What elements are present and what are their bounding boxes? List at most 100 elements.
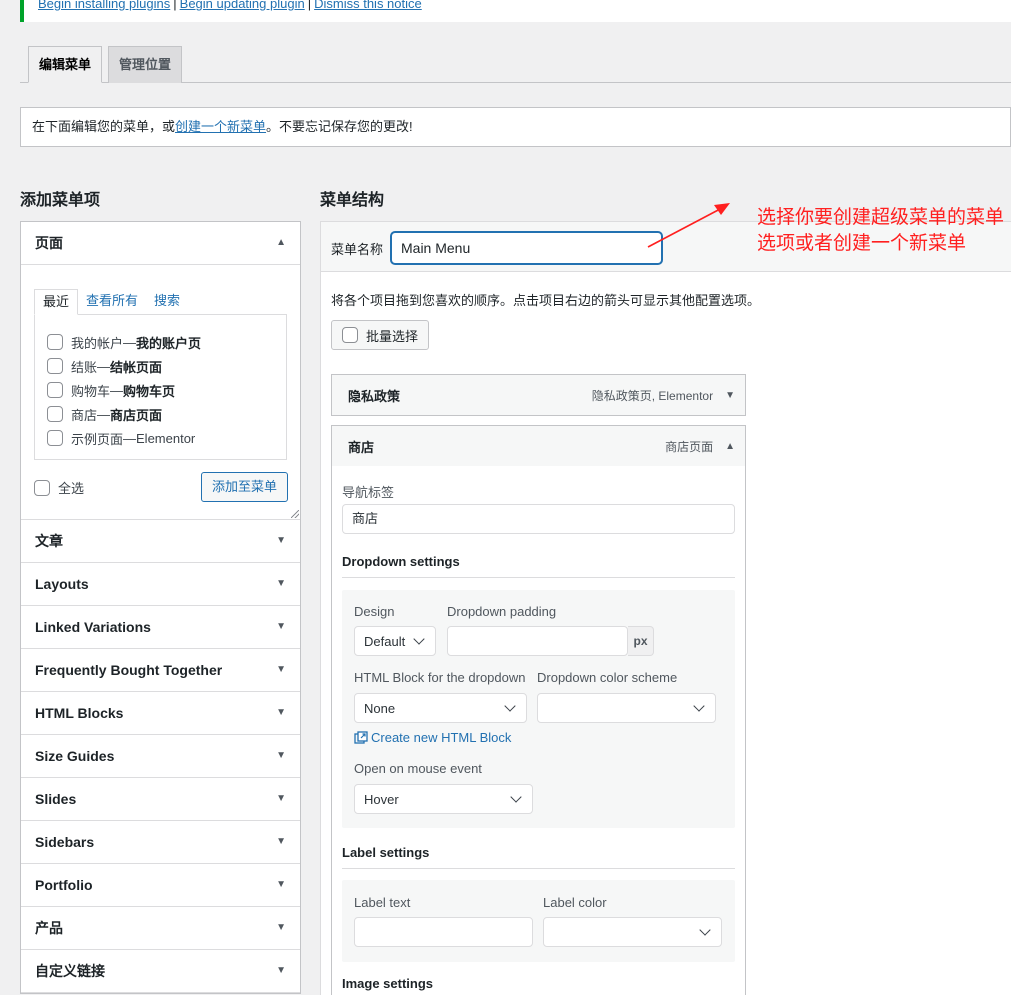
accordion-section[interactable]: Linked Variations ▼ (21, 606, 300, 649)
page-checkbox-row[interactable]: 我的帐户 — 我的账户页 (47, 330, 274, 354)
expand-arrow-icon[interactable]: ▼ (276, 950, 286, 992)
page-type: 商店页面 (110, 407, 163, 423)
expand-arrow-icon[interactable]: ▼ (276, 907, 286, 949)
accordion-section-header[interactable]: Linked Variations ▼ (21, 606, 300, 648)
begin-installing-plugins-link[interactable]: Begin installing plugins (38, 0, 170, 11)
page-checkbox-row[interactable]: 示例页面 — Elementor (47, 426, 274, 450)
chevron-down-icon (413, 633, 425, 645)
accordion-section-header[interactable]: 产品 ▼ (21, 907, 300, 949)
select-all-label: 全选 (58, 481, 85, 496)
page-name: 结账 (71, 359, 98, 375)
px-unit-label: px (628, 626, 654, 656)
subtab-view-all[interactable]: 查看所有 (78, 289, 146, 315)
design-select[interactable]: Default (354, 626, 436, 656)
accordion-section-header[interactable]: Sidebars ▼ (21, 821, 300, 863)
accordion-section-title: Sidebars (35, 834, 95, 850)
page-checkbox-row[interactable]: 结账 — 结帐页面 (47, 354, 274, 378)
color-scheme-select[interactable] (537, 693, 716, 723)
subtab-recent[interactable]: 最近 (34, 289, 79, 315)
mouse-event-select[interactable]: Hover (354, 784, 533, 814)
label-text-input[interactable] (354, 917, 533, 947)
accordion-section-header[interactable]: 自定义链接 ▼ (21, 950, 300, 992)
checkbox[interactable] (47, 334, 63, 350)
expand-arrow-icon[interactable]: ▼ (276, 520, 286, 562)
accordion-section-header[interactable]: Layouts ▼ (21, 563, 300, 605)
checkbox[interactable] (47, 382, 63, 398)
menu-item-shop[interactable]: 商店 商店页面 ▲ (331, 425, 746, 467)
tab-manage-locations[interactable]: 管理位置 (108, 46, 183, 83)
label-color-select[interactable] (543, 917, 722, 947)
accordion-section-header[interactable]: Size Guides ▼ (21, 735, 300, 777)
accordion-section[interactable]: 文章 ▼ (21, 520, 300, 563)
accordion-section-header[interactable]: HTML Blocks ▼ (21, 692, 300, 734)
page-name: 我的帐户 (71, 335, 124, 351)
expand-arrow-icon[interactable]: ▼ (276, 606, 286, 648)
dropdown-padding-input[interactable] (447, 626, 628, 656)
menu-name-input[interactable]: Main Menu (391, 232, 662, 264)
annotation-text: 选择你要创建超级菜单的菜单选项或者创建一个新菜单 (757, 207, 1005, 254)
page-name: 示例页面 (71, 431, 124, 447)
expand-arrow-icon[interactable]: ▼ (276, 649, 286, 691)
html-block-select[interactable]: None (354, 693, 527, 723)
select-all[interactable]: 全选 (34, 478, 84, 497)
add-to-menu-button[interactable]: 添加至菜单 (200, 472, 288, 502)
expand-arrow-icon[interactable]: ▼ (276, 692, 286, 734)
expand-arrow-icon[interactable]: ▼ (276, 864, 286, 906)
nav-label-label: 导航标签 (342, 485, 395, 500)
expand-arrow-icon[interactable]: ▼ (276, 821, 286, 863)
subtab-search[interactable]: 搜索 (146, 289, 188, 315)
nav-label-input[interactable]: 商店 (342, 504, 735, 534)
accordion-section-header[interactable]: Slides ▼ (21, 778, 300, 820)
page-checkbox-row[interactable]: 购物车 — 购物车页 (47, 378, 274, 402)
pages-section-header[interactable]: 页面 ▲ (21, 222, 300, 264)
bulk-select-label: 批量选择 (366, 328, 419, 344)
accordion-section[interactable]: 产品 ▼ (21, 907, 300, 950)
expand-arrow-icon[interactable]: ▼ (276, 735, 286, 777)
expand-arrow-icon[interactable]: ▼ (725, 390, 735, 401)
dismiss-notice-link[interactable]: Dismiss this notice (314, 0, 422, 11)
manage-menus-box: 在下面编辑您的菜单，或创建一个新菜单。不要忘记保存您的更改! (20, 107, 1011, 147)
manage-prefix: 在下面编辑您的菜单，或 (32, 119, 176, 134)
checkbox[interactable] (47, 430, 63, 446)
accordion-section[interactable]: Slides ▼ (21, 778, 300, 821)
accordion-section[interactable]: Portfolio ▼ (21, 864, 300, 907)
accordion-section[interactable]: HTML Blocks ▼ (21, 692, 300, 735)
html-block-label: HTML Block for the dropdown (354, 670, 526, 685)
create-new-menu-link[interactable]: 创建一个新菜单 (175, 119, 266, 134)
accordion-section-header[interactable]: 文章 ▼ (21, 520, 300, 562)
accordion-section-header[interactable]: Frequently Bought Together ▼ (21, 649, 300, 691)
accordion-section[interactable]: Sidebars ▼ (21, 821, 300, 864)
html-block-value: None (364, 700, 396, 716)
menu-item-title: 隐私政策 (348, 388, 401, 404)
begin-updating-plugin-link[interactable]: Begin updating plugin (180, 0, 305, 11)
accordion-section[interactable]: Size Guides ▼ (21, 735, 300, 778)
menu-name-label: 菜单名称 (331, 242, 384, 257)
page-checkbox-row[interactable]: 商店 — 商店页面 (47, 402, 274, 426)
chevron-down-icon (510, 791, 522, 803)
mouse-event-label: Open on mouse event (354, 761, 482, 776)
page-sep: — (97, 406, 111, 422)
external-link-icon (354, 730, 368, 744)
accordion-section[interactable]: 自定义链接 ▼ (21, 950, 300, 993)
accordion-section[interactable]: Layouts ▼ (21, 563, 300, 606)
collapse-arrow-icon[interactable]: ▲ (276, 222, 286, 264)
pages-section-body: 最近 查看所有 搜索 我的帐户 — 我的账户页 结账 — 结帐页面 购物车 — … (21, 264, 300, 519)
select-all-checkbox[interactable] (34, 479, 50, 496)
create-html-block-link[interactable]: Create new HTML Block (354, 730, 511, 745)
create-html-block-text: Create new HTML Block (371, 730, 512, 745)
menu-item-meta: 隐私政策页, Elementor (591, 388, 714, 403)
bulk-select-checkbox[interactable] (342, 327, 358, 343)
chevron-down-icon (504, 700, 516, 712)
collapse-arrow-icon[interactable]: ▲ (725, 441, 735, 452)
checkbox[interactable] (47, 406, 63, 422)
page-type: 结帐页面 (110, 359, 163, 375)
resize-grip-icon[interactable] (291, 510, 299, 518)
accordion-section-header[interactable]: Portfolio ▼ (21, 864, 300, 906)
bulk-select-button[interactable]: 批量选择 (331, 320, 430, 350)
expand-arrow-icon[interactable]: ▼ (276, 563, 286, 605)
expand-arrow-icon[interactable]: ▼ (276, 778, 286, 820)
checkbox[interactable] (47, 358, 63, 374)
accordion-section[interactable]: Frequently Bought Together ▼ (21, 649, 300, 692)
menu-item-privacy[interactable]: 隐私政策 隐私政策页, Elementor ▼ (331, 374, 746, 416)
tab-edit-menus[interactable]: 编辑菜单 (28, 46, 103, 83)
